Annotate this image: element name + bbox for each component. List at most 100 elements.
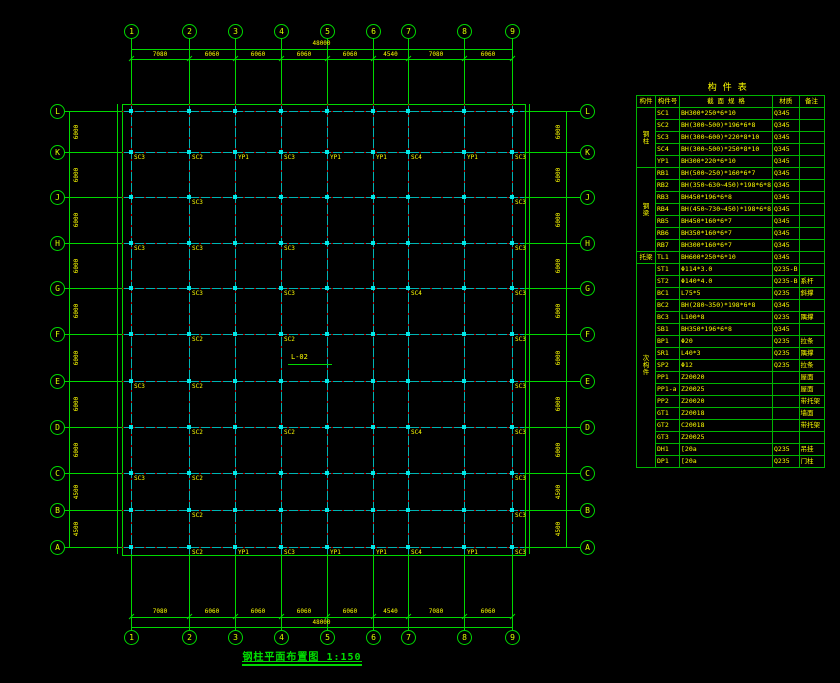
table-row: PP1-a Z20025 屋面 xyxy=(637,383,825,396)
member-id-cell: SP2 xyxy=(655,359,680,372)
dim-text-top: 7080 xyxy=(152,51,168,58)
column-node-marker xyxy=(462,332,466,336)
node-label-SC4: SC4 xyxy=(411,549,422,556)
cad-drawing-canvas: 1 1 2 2 3 3 4 4 5 5 6 6 7 7 8 8 9 9 L L K K J J H H G G F F E E D D C C B B A A… xyxy=(0,0,840,683)
column-node-marker xyxy=(371,508,375,512)
node-label-SC3: SC3 xyxy=(134,383,145,390)
column-node-marker xyxy=(462,150,466,154)
section-spec-cell: Φ140*4.0 xyxy=(678,275,774,288)
node-label-SC3: SC3 xyxy=(284,154,295,161)
axis-extension-left xyxy=(64,427,122,428)
table-row: SC3 BH(300~600)*220*8*10 Q345 xyxy=(637,131,825,144)
remark-cell xyxy=(798,239,825,252)
column-node-marker xyxy=(279,332,283,336)
column-node-marker xyxy=(371,471,375,475)
axis-bubble-left-H: H xyxy=(50,236,65,251)
remark-cell xyxy=(798,431,825,444)
material-cell: Q345 xyxy=(772,119,800,132)
table-header-cell: 构件号 xyxy=(655,95,680,108)
section-spec-cell: BH(300~500)*250*8*10 xyxy=(678,143,774,156)
axis-extension-left xyxy=(64,334,122,335)
section-spec-cell: BH(280~350)*198*6*8 xyxy=(678,299,774,312)
column-node-marker xyxy=(406,109,410,113)
column-node-marker xyxy=(187,241,191,245)
node-label-SC3: SC3 xyxy=(515,383,526,390)
axis-bubble-left-F: F xyxy=(50,327,65,342)
table-row: BC1 L75*5 Q235 斜撑 xyxy=(637,287,825,300)
member-id-cell: RB2 xyxy=(655,179,680,192)
axis-extension-right xyxy=(524,547,580,548)
axis-bubble-bottom-3: 3 xyxy=(228,630,243,645)
column-node-marker xyxy=(462,545,466,549)
dim-text-right: 6000 xyxy=(555,396,562,412)
member-id-cell: BP1 xyxy=(655,335,680,348)
material-cell: Q345 xyxy=(772,215,800,228)
column-node-marker xyxy=(325,379,329,383)
component-table-grid: 构件 构件号截 面 规 格材质 备注钢柱 SC1 BH300*250*6*10 Q345 S… xyxy=(636,95,825,468)
column-node-marker xyxy=(406,241,410,245)
column-node-marker xyxy=(462,508,466,512)
section-spec-cell: Φ114*3.0 xyxy=(678,263,774,276)
node-label-YP1: YP1 xyxy=(467,154,478,161)
node-label-YP1: YP1 xyxy=(330,154,341,161)
column-node-marker xyxy=(325,195,329,199)
axis-bubble-top-1: 1 xyxy=(124,24,139,39)
column-node-marker xyxy=(233,332,237,336)
section-spec-cell: BH450*196*6*8 xyxy=(678,191,774,204)
material-cell xyxy=(772,383,800,396)
component-table-title: 构件表 xyxy=(707,83,753,93)
member-id-cell: SR1 xyxy=(655,347,680,360)
dim-text-bottom: 4540 xyxy=(383,608,398,615)
remark-cell: 拉条 xyxy=(798,359,825,372)
column-node-marker xyxy=(233,286,237,290)
section-spec-cell: Z20020 xyxy=(678,395,774,408)
column-node-marker xyxy=(187,195,191,199)
column-node-marker xyxy=(233,109,237,113)
member-id-cell: BC1 xyxy=(655,287,680,300)
member-id-cell: GT2 xyxy=(655,419,680,432)
axis-bubble-right-F: F xyxy=(580,327,595,342)
column-node-marker xyxy=(325,471,329,475)
table-row: SC2 BH(300~500)*196*6*8 Q345 xyxy=(637,119,825,132)
section-spec-cell: L75*5 xyxy=(678,287,774,300)
table-row: SR1 L40*3 Q235 隅撑 xyxy=(637,347,825,360)
remark-cell: 屋面 xyxy=(798,371,825,384)
axis-extension-bottom xyxy=(373,554,374,630)
table-row: RB6 BH350*160*6*7 Q345 xyxy=(637,227,825,240)
remark-cell xyxy=(798,155,825,168)
column-node-marker xyxy=(406,425,410,429)
remark-cell: 隅撑 xyxy=(798,347,825,360)
column-node-marker xyxy=(510,286,514,290)
member-id-cell: ST1 xyxy=(655,263,680,276)
axis-dash-overlay xyxy=(189,104,190,554)
dim-line-bottom-total xyxy=(131,627,512,628)
node-label-YP1: YP1 xyxy=(376,549,387,556)
column-node-marker xyxy=(129,109,133,113)
column-node-marker xyxy=(462,379,466,383)
column-node-marker xyxy=(371,379,375,383)
table-row: ST2 Φ140*4.0 Q235-B 系杆 xyxy=(637,275,825,288)
column-node-marker xyxy=(187,150,191,154)
axis-extension-right xyxy=(524,288,580,289)
section-spec-cell: L40*3 xyxy=(678,347,774,360)
axis-extension-right xyxy=(524,111,580,112)
dim-text-left: 4500 xyxy=(73,484,80,499)
node-label-SC4: SC4 xyxy=(411,290,422,297)
member-id-cell: PP1-a xyxy=(655,383,680,396)
node-label-YP1: YP1 xyxy=(467,549,478,556)
column-node-marker xyxy=(462,286,466,290)
table-group-label: 托梁 xyxy=(636,251,656,264)
column-node-marker xyxy=(187,545,191,549)
axis-bubble-top-6: 6 xyxy=(366,24,381,39)
remark-cell xyxy=(798,299,825,312)
node-label-SC3: SC3 xyxy=(284,245,295,252)
column-node-marker xyxy=(279,508,283,512)
table-header-cell: 截 面 规 格 xyxy=(678,95,774,108)
dim-text-bottom: 6060 xyxy=(204,608,220,615)
section-spec-cell: BH300*220*6*10 xyxy=(678,155,774,168)
remark-cell: 吊挂 xyxy=(798,443,825,456)
dim-text-left: 6000 xyxy=(73,124,80,139)
dim-line-left xyxy=(69,111,70,547)
table-row: DH1 [20a Q235 吊挂 xyxy=(637,443,825,456)
column-node-marker xyxy=(510,471,514,475)
